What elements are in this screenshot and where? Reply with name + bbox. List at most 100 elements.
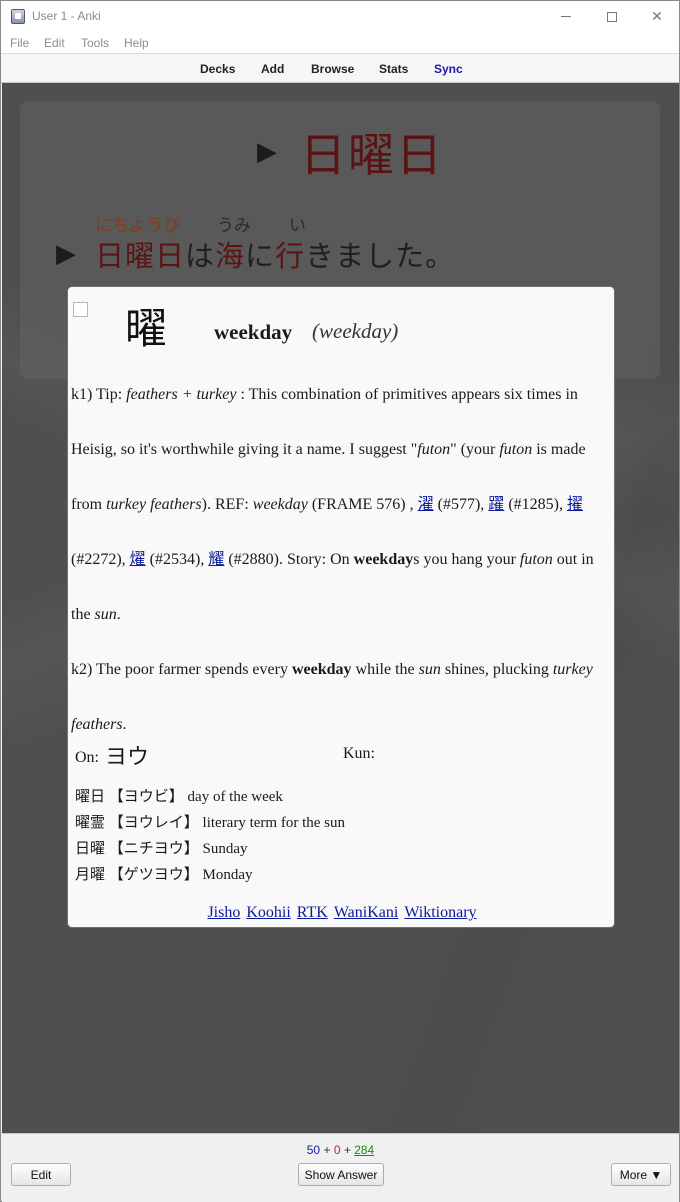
menu-file[interactable]: File — [10, 36, 29, 50]
story-text: (FRAME 576) , — [307, 496, 418, 513]
popup-story: k1) Tip: feathers + turkey : This combin… — [71, 367, 613, 752]
story-text: k1) Tip: — [71, 386, 127, 403]
anki-window: User 1 - Anki ✕ File Edit Tools Help Dec… — [0, 0, 680, 1202]
minimize-icon — [561, 16, 571, 17]
count-separator: + — [323, 1143, 331, 1157]
sentence-text: 日曜日は海に行きました。 — [95, 233, 455, 275]
popup-checkbox[interactable] — [73, 302, 88, 317]
toolbar-add-link[interactable]: Add — [261, 62, 284, 76]
story-text: futon — [519, 551, 553, 568]
show-answer-button[interactable]: Show Answer — [298, 1163, 384, 1186]
sentence-part: は — [185, 239, 216, 273]
bottom-bar: 50 + 0 + 284 Edit Show Answer More ▼ — [2, 1133, 679, 1202]
vocab-item: 曜日 【ヨウビ】 day of the week — [75, 784, 345, 810]
menu-tools[interactable]: Tools — [81, 36, 109, 50]
story-text: sun — [94, 606, 117, 623]
vocab-meaning: literary term for the sun — [202, 815, 345, 831]
close-icon: ✕ — [651, 8, 663, 25]
story-text: (#577), — [433, 496, 489, 513]
learn-count: 0 — [333, 1143, 341, 1157]
story-text: futon — [499, 441, 533, 458]
menu-help[interactable]: Help — [124, 36, 149, 50]
anki-app-icon — [11, 9, 25, 24]
window-title: User 1 - Anki — [32, 9, 101, 23]
related-kanji-link[interactable]: 躍 — [488, 496, 504, 513]
wiktionary-link[interactable]: Wiktionary — [404, 904, 476, 921]
vocab-item: 曜霊 【ヨウレイ】 literary term for the sun — [75, 810, 345, 836]
play-audio-word-icon[interactable]: ▶ — [257, 137, 277, 167]
jisho-link[interactable]: Jisho — [207, 904, 240, 921]
story-k1: k1) Tip: feathers + turkey : This combin… — [71, 367, 613, 642]
toolbar-stats-link[interactable]: Stats — [379, 62, 408, 76]
story-text: while the — [351, 661, 419, 678]
popup-kanji: 曜 — [125, 304, 168, 353]
vocab-word: 曜霊 — [75, 813, 106, 831]
related-kanji-link[interactable]: 燿 — [130, 551, 146, 568]
kun-reading-label: Kun: — [343, 745, 375, 762]
sentence-part: 行 — [275, 239, 306, 273]
koohii-link[interactable]: Koohii — [246, 904, 290, 921]
story-text: futon — [417, 441, 451, 458]
wanikani-link[interactable]: WaniKani — [334, 904, 398, 921]
play-audio-sentence-icon[interactable]: ▶ — [56, 239, 76, 269]
due-counts: 50 + 0 + 284 — [2, 1143, 679, 1157]
maximize-button[interactable] — [589, 1, 635, 32]
related-kanji-link[interactable]: 耀 — [208, 551, 224, 568]
dictionary-links: Jisho Koohii RTK WaniKani Wiktionary — [68, 904, 614, 922]
story-text: . — [122, 716, 127, 733]
toolbar-sync-link[interactable]: Sync — [434, 62, 463, 76]
vocab-word: 日曜 — [75, 839, 106, 857]
story-text: shines, plucking — [440, 661, 553, 678]
story-text: " (your — [450, 441, 500, 458]
story-text: (#2534), — [145, 551, 209, 568]
toolbar-decks-link[interactable]: Decks — [200, 62, 235, 76]
story-text: ). REF: — [201, 496, 253, 513]
on-reading-label: On: — [75, 749, 99, 766]
toolbar-browse-link[interactable]: Browse — [311, 62, 354, 76]
count-separator: + — [343, 1143, 351, 1157]
vocab-item: 月曜 【ゲツヨウ】 Monday — [75, 862, 345, 888]
story-text: weekday — [252, 496, 308, 513]
story-text: weekday — [353, 551, 414, 568]
new-count: 50 — [306, 1143, 321, 1157]
close-button[interactable]: ✕ — [634, 1, 680, 32]
maximize-icon — [607, 11, 617, 22]
vocab-reading: 【ゲツヨウ】 — [108, 865, 199, 883]
kanji-readings: On: ヨウ Kun: — [75, 739, 614, 771]
story-text: feathers + turkey — [126, 386, 237, 403]
sentence-part: 日曜日 — [95, 239, 186, 273]
front-word: 日曜日 — [300, 128, 444, 182]
more-button[interactable]: More ▼ — [611, 1163, 671, 1186]
story-text: sun — [418, 661, 441, 678]
story-text: k2) The poor farmer spends every — [71, 661, 292, 678]
sentence-part: に — [245, 239, 276, 273]
vocab-list: 曜日 【ヨウビ】 day of the week 曜霊 【ヨウレイ】 liter… — [75, 784, 345, 888]
on-reading-value: ヨウ — [105, 745, 150, 770]
menu-edit[interactable]: Edit — [44, 36, 65, 50]
rtk-link[interactable]: RTK — [297, 904, 328, 921]
vocab-word: 月曜 — [75, 865, 106, 883]
kanji-info-popup: 曜 weekday (weekday) k1) Tip: feathers + … — [67, 286, 615, 928]
title-bar: User 1 - Anki ✕ — [1, 1, 679, 32]
sentence-part: きました。 — [305, 239, 456, 273]
vocab-meaning: Sunday — [202, 841, 248, 857]
review-count: 284 — [354, 1143, 375, 1157]
vocab-item: 日曜 【ニチヨウ】 Sunday — [75, 836, 345, 862]
story-text: (#1285), — [504, 496, 567, 513]
vocab-meaning: Monday — [202, 867, 253, 883]
related-kanji-link[interactable]: 濯 — [418, 496, 434, 513]
vocab-reading: 【ニチヨウ】 — [108, 839, 199, 857]
main-toolbar: Decks Add Browse Stats Sync — [1, 53, 679, 83]
popup-keyword-alt: (weekday) — [312, 319, 399, 343]
vocab-reading: 【ヨウビ】 — [108, 787, 184, 805]
edit-button[interactable]: Edit — [11, 1163, 71, 1186]
menu-bar: File Edit Tools Help — [1, 32, 679, 53]
story-text: weekday — [291, 661, 352, 678]
story-text: turkey feathers — [106, 496, 202, 513]
minimize-button[interactable] — [543, 1, 589, 32]
story-text: s you hang your — [413, 551, 520, 568]
related-kanji-link[interactable]: 擢 — [567, 496, 583, 513]
story-k2: k2) The poor farmer spends every weekday… — [71, 642, 613, 752]
popup-keyword: weekday — [214, 320, 293, 344]
vocab-reading: 【ヨウレイ】 — [108, 813, 199, 831]
